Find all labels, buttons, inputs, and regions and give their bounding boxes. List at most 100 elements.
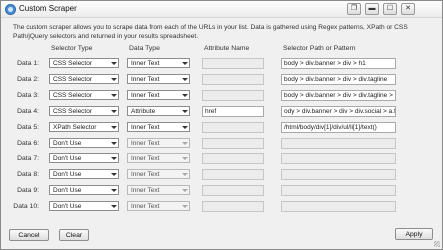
data-type-dropdown: Inner Text bbox=[127, 153, 190, 163]
selector-type-dropdown[interactable]: CSS Selector bbox=[49, 58, 119, 68]
minimize-icon[interactable]: ▬ bbox=[365, 3, 379, 15]
data-type-value: Inner Text bbox=[131, 171, 160, 178]
row-label: Data 1: bbox=[17, 60, 39, 67]
selector-type-value: CSS Selector bbox=[53, 92, 93, 99]
selector-type-value: CSS Selector bbox=[53, 60, 93, 67]
restore-icon[interactable]: ❐ bbox=[347, 3, 361, 15]
chevron-down-icon bbox=[109, 107, 118, 115]
data-type-dropdown: Inner Text bbox=[127, 138, 190, 148]
attribute-name-input[interactable] bbox=[202, 74, 264, 85]
selector-path-input bbox=[281, 153, 396, 164]
row-label: Data 2: bbox=[17, 76, 39, 83]
chevron-down-icon bbox=[109, 170, 118, 178]
chevron-down-icon bbox=[109, 139, 118, 147]
selector-path-input bbox=[281, 201, 396, 212]
data-type-dropdown[interactable]: Inner Text bbox=[127, 122, 190, 132]
header-data-type: Data Type bbox=[129, 45, 160, 52]
data-type-value: Inner Text bbox=[131, 76, 160, 83]
data-type-dropdown[interactable]: Inner Text bbox=[127, 58, 190, 68]
data-type-dropdown: Inner Text bbox=[127, 169, 190, 179]
selector-type-value: Don't Use bbox=[53, 171, 82, 178]
selector-path-input[interactable]: ody > div.banner > div > div.social > a.… bbox=[281, 106, 396, 117]
chevron-down-icon bbox=[109, 202, 118, 210]
data-type-value: Inner Text bbox=[131, 60, 160, 67]
chevron-down-icon bbox=[180, 186, 189, 194]
selector-path-input[interactable]: /html/body/div[1]/div/ul/li[1]/text() bbox=[281, 122, 396, 133]
selector-type-dropdown[interactable]: CSS Selector bbox=[49, 74, 119, 84]
selector-type-dropdown[interactable]: CSS Selector bbox=[49, 90, 119, 100]
selector-type-value: CSS Selector bbox=[53, 108, 93, 115]
row-label: Data 8: bbox=[17, 171, 39, 178]
description-text: The custom scraper allows you to scrape … bbox=[13, 24, 408, 40]
chevron-down-icon bbox=[109, 75, 118, 83]
chevron-down-icon bbox=[180, 170, 189, 178]
attribute-name-input[interactable]: href bbox=[202, 106, 264, 117]
data-type-dropdown[interactable]: Inner Text bbox=[127, 74, 190, 84]
attribute-name-input[interactable] bbox=[202, 58, 264, 69]
data-type-value: Inner Text bbox=[131, 140, 160, 147]
apply-button[interactable]: Apply bbox=[395, 228, 433, 240]
attribute-name-input bbox=[202, 201, 264, 212]
data-type-dropdown[interactable]: Inner Text bbox=[127, 90, 190, 100]
selector-type-value: Don't Use bbox=[53, 140, 82, 147]
selector-type-value: Don't Use bbox=[53, 155, 82, 162]
data-type-value: Inner Text bbox=[131, 124, 160, 131]
clear-button[interactable]: Clear bbox=[59, 229, 89, 241]
window-title: Custom Scraper bbox=[19, 4, 77, 13]
attribute-name-input[interactable] bbox=[202, 122, 264, 133]
attribute-name-input[interactable] bbox=[202, 90, 264, 101]
selector-type-dropdown[interactable]: Don't Use bbox=[49, 201, 119, 211]
selector-type-value: XPath Selector bbox=[53, 124, 97, 131]
chevron-down-icon bbox=[180, 202, 189, 210]
header-selector-type: Selector Type bbox=[51, 45, 93, 52]
title-bar: Custom Scraper ❐ ▬ ☐ ✕ bbox=[1, 1, 442, 18]
custom-scraper-window: Custom Scraper ❐ ▬ ☐ ✕ The custom scrape… bbox=[0, 0, 443, 250]
selector-path-input bbox=[281, 185, 396, 196]
attribute-name-input bbox=[202, 138, 264, 149]
cancel-button[interactable]: Cancel bbox=[9, 229, 49, 241]
chevron-down-icon bbox=[180, 139, 189, 147]
selector-path-input bbox=[281, 169, 396, 180]
data-type-value: Inner Text bbox=[131, 92, 160, 99]
chevron-down-icon bbox=[109, 186, 118, 194]
row-label: Data 7: bbox=[17, 155, 39, 162]
selector-type-dropdown[interactable]: Don't Use bbox=[49, 169, 119, 179]
chevron-down-icon bbox=[180, 107, 189, 115]
selector-path-input[interactable]: body > div.banner > div > h1 bbox=[281, 58, 396, 69]
row-label: Data 9: bbox=[17, 187, 39, 194]
resize-grip-icon[interactable] bbox=[434, 241, 440, 247]
selector-type-dropdown[interactable]: Don't Use bbox=[49, 153, 119, 163]
chevron-down-icon bbox=[109, 59, 118, 67]
selector-type-dropdown[interactable]: CSS Selector bbox=[49, 106, 119, 116]
chevron-down-icon bbox=[109, 154, 118, 162]
chevron-down-icon bbox=[180, 154, 189, 162]
data-type-dropdown[interactable]: Attribute bbox=[127, 106, 190, 116]
selector-path-input[interactable]: body > div.banner > div > div.tagline > … bbox=[281, 90, 396, 101]
chevron-down-icon bbox=[109, 91, 118, 99]
selector-type-dropdown[interactable]: Don't Use bbox=[49, 138, 119, 148]
row-label: Data 6: bbox=[17, 140, 39, 147]
app-icon bbox=[5, 4, 16, 15]
data-type-dropdown: Inner Text bbox=[127, 185, 190, 195]
chevron-down-icon bbox=[180, 59, 189, 67]
data-type-value: Inner Text bbox=[131, 155, 160, 162]
selector-path-input bbox=[281, 138, 396, 149]
maximize-icon[interactable]: ☐ bbox=[383, 3, 397, 15]
data-type-dropdown: Inner Text bbox=[127, 201, 190, 211]
row-label: Data 5: bbox=[17, 124, 39, 131]
attribute-name-input bbox=[202, 169, 264, 180]
selector-type-dropdown[interactable]: Don't Use bbox=[49, 185, 119, 195]
row-label: Data 3: bbox=[17, 92, 39, 99]
attribute-name-input bbox=[202, 153, 264, 164]
selector-type-dropdown[interactable]: XPath Selector bbox=[49, 122, 119, 132]
chevron-down-icon bbox=[180, 91, 189, 99]
header-selector-path: Selector Path or Pattern bbox=[283, 45, 356, 52]
row-label: Data 4: bbox=[17, 108, 39, 115]
data-type-value: Inner Text bbox=[131, 187, 160, 194]
chevron-down-icon bbox=[180, 123, 189, 131]
row-label: Data 10: bbox=[13, 203, 39, 210]
data-type-value: Inner Text bbox=[131, 203, 160, 210]
selector-type-value: Don't Use bbox=[53, 187, 82, 194]
close-icon[interactable]: ✕ bbox=[401, 3, 415, 15]
selector-path-input[interactable]: body > div.banner > div > div.tagline bbox=[281, 74, 396, 85]
